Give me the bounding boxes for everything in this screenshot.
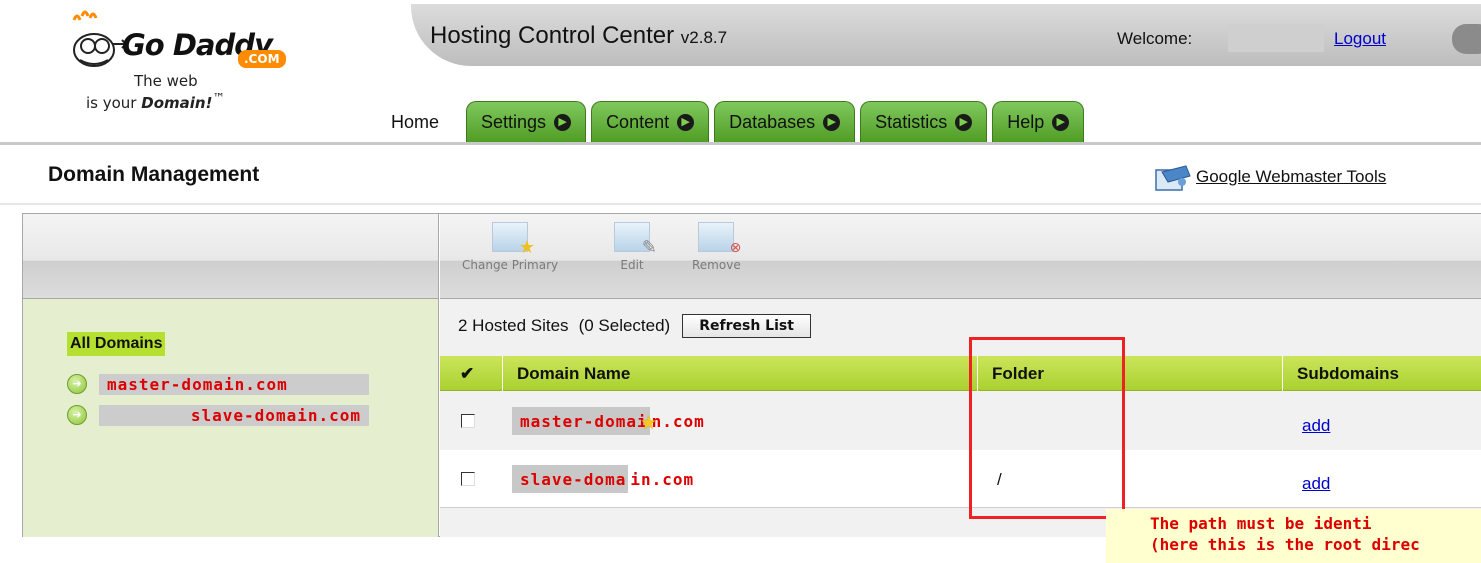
column-header-label: Subdomains [1297,363,1400,383]
google-webmaster-tools-link[interactable]: Google Webmaster Tools [1152,162,1386,192]
change-primary-icon: ★ [492,222,535,257]
domain-name-link[interactable]: slave-doma in.com [512,465,694,493]
tab-home[interactable]: Home [367,101,510,144]
title-divider [0,203,1481,205]
tagline-line2: is your Domain!™ [86,90,225,112]
list-summary: 2 Hosted Sites (0 Selected) Refresh List [458,314,811,338]
tab-content[interactable]: Content ▶ [591,101,710,143]
welcome-label: Welcome: [1117,29,1193,48]
go-arrow-icon: ➜ [67,374,87,394]
arrow-right-icon: ▶ [955,114,973,131]
domain-toolbar: ★ Change Primary ✎ Edit ⊗ Remove [440,214,1481,298]
brand-suffix: .COM [238,50,286,68]
column-header-domain-name[interactable]: Domain Name [502,356,977,391]
column-header-subdomains[interactable]: Subdomains [1282,356,1481,391]
remove-label: Remove [692,258,741,272]
main-nav-tabs: Home Settings ▶ Content ▶ Databases ▶ Stati… [367,101,1089,144]
tab-help-label: Help [1007,112,1045,132]
sidebar-item-master-domain[interactable]: ➜ master-domain.com [67,372,369,396]
tab-settings[interactable]: Settings ▶ [466,101,587,143]
remove-button[interactable]: ⊗ Remove [692,222,741,272]
godaddy-logo[interactable]: Go Daddy .COM The web is your Domain!™ [62,10,302,130]
tab-settings-label: Settings [481,112,547,132]
logout-link[interactable]: Logout [1334,29,1386,49]
arrow-right-icon: ▶ [554,114,572,131]
arrow-right-icon: ▶ [823,114,841,131]
hosted-sites-list: 2 Hosted Sites (0 Selected) Refresh List… [440,298,1481,537]
table-row: master-domai ★ n.com add [440,392,1481,450]
domain-name-suffix: n.com [651,411,705,431]
domain-name-suffix: in.com [630,469,695,489]
annotation-line1: The path must be identi [1150,514,1372,533]
change-primary-label: Change Primary [462,258,559,272]
edit-pencil-icon: ✎ [614,222,657,257]
row-checkbox[interactable] [461,472,475,486]
selected-count: (0 Selected) [578,316,671,335]
tab-statistics[interactable]: Statistics ▶ [860,101,988,143]
tagline-prefix: is your [86,94,137,112]
domain-name-rest: ★ n.com [641,406,705,436]
tab-content-label: Content [606,112,670,132]
primary-star-icon: ★ [640,405,658,436]
sidebar-domain-label: slave-domain.com [99,404,369,426]
app-title: Hosting Control Center v2.8.7 [430,22,727,50]
domain-name-part: master-domai [512,407,650,435]
app-title-text: Hosting Control Center [430,22,675,49]
go-arrow-icon: ➜ [67,405,87,425]
tagline-tm: ™ [212,90,225,105]
annotation-note: The path must be identi (here this is th… [1106,509,1481,563]
sidebar-item-slave-domain[interactable]: ➜ slave-domain.com [67,403,369,427]
domain-sidebar: All Domains ➜ master-domain.com ➜ slave-… [23,298,439,537]
column-header-folder[interactable]: Folder [977,356,1282,391]
tagline-line1: The web [134,72,198,90]
edit-button[interactable]: ✎ Edit [614,222,657,272]
arrow-right-icon: ▶ [1052,114,1070,131]
header-pill-button[interactable] [1452,24,1481,54]
annotation-line2: (here this is the root direc [1150,535,1420,554]
tab-help[interactable]: Help ▶ [992,101,1085,143]
tab-databases-label: Databases [729,112,816,132]
sidebar-domain-label: master-domain.com [99,373,369,395]
refresh-list-button[interactable]: Refresh List [682,314,811,338]
google-webmaster-tools-label: Google Webmaster Tools [1196,167,1387,186]
add-subdomain-link[interactable]: add [1302,416,1330,436]
all-domains-link[interactable]: All Domains [67,332,166,356]
page-title: Domain Management [48,163,260,186]
tab-statistics-label: Statistics [875,112,948,132]
arrow-right-icon: ▶ [677,114,695,131]
header-divider [0,142,1481,145]
app-version: v2.8.7 [680,28,728,47]
edit-label: Edit [620,258,644,272]
domain-name-part: slave-doma [512,465,629,493]
tab-databases[interactable]: Databases ▶ [714,101,856,143]
hosted-sites-count: 2 Hosted Sites [458,316,569,335]
table-header: ✔ Domain Name Folder Subdomains [440,356,1481,391]
domain-management-panel: All Domains ➜ master-domain.com ➜ slave-… [22,213,1481,537]
header: Go Daddy .COM The web is your Domain!™ H… [0,0,1481,145]
change-primary-button[interactable]: ★ Change Primary [462,222,558,272]
select-all-checkmark[interactable]: ✔ [440,356,502,391]
tagline-word: Domain! [141,94,213,112]
folder-value: / [997,470,1002,489]
tab-home-label: Home [391,111,440,132]
add-subdomain-link[interactable]: add [1302,474,1330,494]
username-redacted [1228,24,1324,52]
checkmark-icon: ✔ [460,363,475,383]
column-header-label: Folder [992,363,1044,383]
table-row: slave-doma in.com / add [440,450,1481,508]
domain-name-link[interactable]: master-domai ★ n.com [512,406,705,436]
row-checkbox[interactable] [461,414,475,428]
webmaster-tools-icon [1155,165,1191,191]
column-header-label: Domain Name [517,363,631,383]
sidebar-header [23,214,439,298]
remove-icon: ⊗ [698,222,741,256]
